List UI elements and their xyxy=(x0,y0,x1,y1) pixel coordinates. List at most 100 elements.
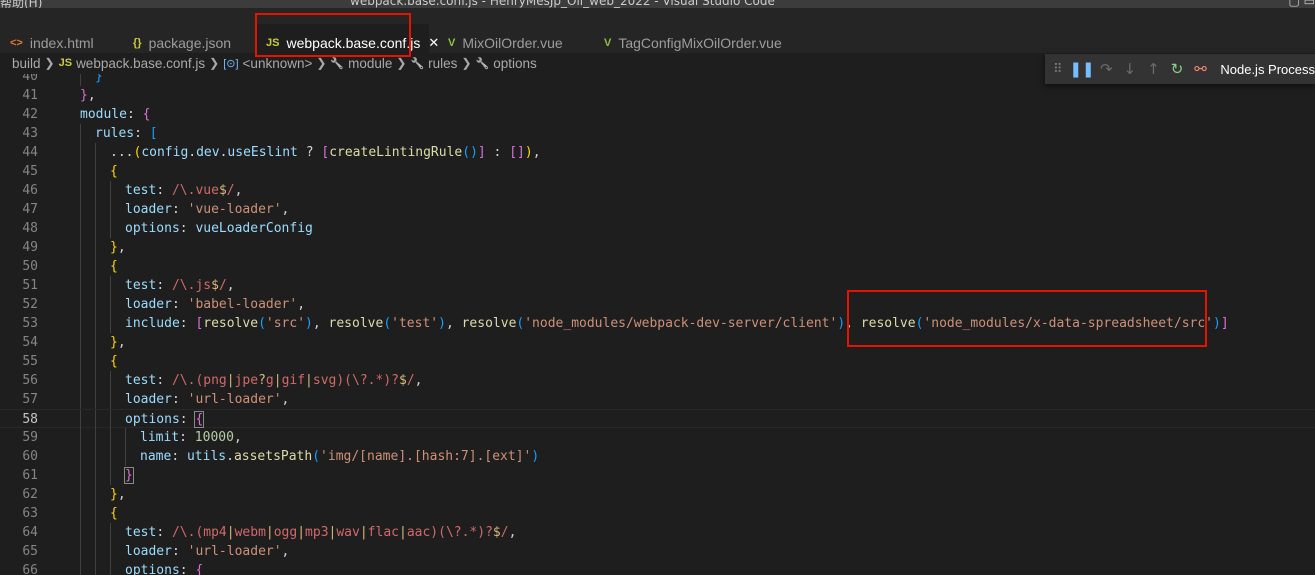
wrench-icon: 🔧 xyxy=(330,57,345,70)
code-token: $ xyxy=(398,373,407,388)
wrench-icon: 🔧 xyxy=(410,57,425,70)
code-line[interactable]: 60 name: utils.assetsPath('img/[name].[ha… xyxy=(0,447,1315,466)
indent-guide xyxy=(110,219,111,238)
pause-icon[interactable]: ❚❚ xyxy=(1069,60,1094,78)
debug-toolbar: ⠿ ❚❚ ↷ ↓ ↑ ↻ ⚯ Node.js Process xyxy=(1045,54,1315,84)
code-line[interactable]: 59 limit: 10000, xyxy=(0,428,1315,447)
chevron-right-icon: ❯ xyxy=(461,56,472,70)
code-token: [] xyxy=(509,145,525,160)
indent-guide xyxy=(110,371,111,390)
code-line[interactable]: 66 options: { xyxy=(0,561,1315,575)
step-over-icon[interactable]: ↷ xyxy=(1094,60,1118,78)
code-token: ) xyxy=(837,316,846,331)
indent-guide xyxy=(80,276,81,295)
code-line[interactable]: 61} xyxy=(0,466,1315,485)
code-line[interactable]: 47 loader: 'vue-loader', xyxy=(0,200,1315,219)
code-token: 'img/[name].[hash:7].[ext]' xyxy=(320,449,532,464)
indent-guide xyxy=(110,410,111,429)
code-token: : xyxy=(171,202,188,217)
indent-guide xyxy=(95,561,96,575)
code-token: , xyxy=(226,278,235,293)
breadcrumb-module[interactable]: 🔧 module xyxy=(330,56,392,71)
code-line[interactable]: 57 loader: 'url-loader', xyxy=(0,390,1315,409)
code-token: ... xyxy=(110,145,134,160)
code-line[interactable]: 43 rules: [ xyxy=(0,124,1315,143)
code-line[interactable]: 65 loader: 'url-loader', xyxy=(0,542,1315,561)
code-line[interactable]: 58 options: { xyxy=(0,409,1315,429)
code-line[interactable]: 53 include: [resolve('src'), resolve('tes… xyxy=(0,314,1315,333)
indent-guide xyxy=(95,295,96,314)
line-number: 59 xyxy=(22,430,38,445)
code-token: 'node_modules/x-data-spreadsheet/src' xyxy=(923,316,1214,331)
breadcrumb-unknown[interactable]: [⊙] <unknown> xyxy=(223,56,312,71)
code-text: test: /\.(mp4|webm|ogg|mp3|wav|flac|aac)… xyxy=(125,523,516,542)
line-number: 43 xyxy=(22,126,38,141)
code-token: } xyxy=(110,335,118,350)
line-number: 48 xyxy=(22,221,38,236)
drag-grip-icon[interactable]: ⠿ xyxy=(1053,62,1069,77)
code-line[interactable]: 56 test: /\.(png|jpe?g|gif|svg)(\?.*)?$/, xyxy=(0,371,1315,390)
indent-guide xyxy=(95,410,96,429)
breadcrumb-options[interactable]: 🔧 options xyxy=(476,56,537,71)
code-token: : xyxy=(134,126,150,141)
code-line[interactable]: 64 test: /\.(mp4|webm|ogg|mp3|wav|flac|aa… xyxy=(0,523,1315,542)
code-line[interactable]: 45 { xyxy=(0,162,1315,181)
code-line[interactable]: 63 { xyxy=(0,504,1315,523)
step-into-icon[interactable]: ↓ xyxy=(1118,60,1142,78)
breadcrumb-build[interactable]: build xyxy=(12,56,41,71)
code-token: , xyxy=(297,297,306,312)
code-token: : xyxy=(179,221,196,236)
code-line[interactable]: 46 test: /\.vue$/, xyxy=(0,181,1315,200)
step-out-icon[interactable]: ↑ xyxy=(1142,60,1166,78)
disconnect-icon[interactable]: ⚯ xyxy=(1189,60,1213,78)
code-token: loader xyxy=(125,544,172,559)
code-token: mp3 xyxy=(305,525,329,540)
debug-session-select[interactable]: Node.js Process xyxy=(1220,62,1315,77)
code-text: test: /\.js$/, xyxy=(125,276,235,295)
code-token: | xyxy=(305,373,313,388)
line-number: 41 xyxy=(22,88,38,103)
line-number: 60 xyxy=(22,449,38,464)
breadcrumb-file[interactable]: JS webpack.base.conf.js xyxy=(59,56,206,71)
indent-guide xyxy=(80,352,81,371)
indent-guide xyxy=(110,390,111,409)
code-line[interactable]: 54}, xyxy=(0,333,1315,352)
code-token: mp4 xyxy=(203,525,227,540)
code-token: aac xyxy=(406,525,431,540)
code-line[interactable]: 52 loader: 'babel-loader', xyxy=(0,295,1315,314)
restart-icon[interactable]: ↻ xyxy=(1165,60,1189,78)
code-editor[interactable]: 40} 41}, 42 module: {43 rules: [44 ...(config… xyxy=(0,74,1315,575)
code-token: : xyxy=(179,412,196,427)
code-token: test xyxy=(125,183,157,198)
code-token: 'test' xyxy=(391,316,439,331)
breadcrumb-label: webpack.base.conf.js xyxy=(76,55,206,71)
line-number: 45 xyxy=(22,164,38,179)
code-token: , xyxy=(117,487,126,502)
indent-guide xyxy=(95,200,96,219)
code-token: : xyxy=(156,278,172,293)
code-line[interactable]: 49}, xyxy=(0,238,1315,257)
code-line[interactable]: 51 test: /\.js$/, xyxy=(0,276,1315,295)
code-token: , xyxy=(281,202,290,217)
code-line[interactable]: 42 module: { xyxy=(0,105,1315,124)
code-line[interactable]: 48 options: vueLoaderConfig xyxy=(0,219,1315,238)
code-token: utils xyxy=(186,449,227,464)
code-line[interactable]: 44 ...(config.dev.useEslint ? [createLint… xyxy=(0,143,1315,162)
code-token: test xyxy=(125,525,157,540)
code-line[interactable]: 55 { xyxy=(0,352,1315,371)
code-token: } xyxy=(110,240,118,255)
code-line[interactable]: 62}, xyxy=(0,485,1315,504)
code-line[interactable]: 41}, xyxy=(0,86,1315,105)
code-line[interactable]: 50 { xyxy=(0,257,1315,276)
tab-label: MixOilOrder.vue xyxy=(462,34,563,51)
indent-guide xyxy=(80,333,81,352)
breadcrumb-rules[interactable]: 🔧 rules xyxy=(410,56,457,71)
indent-guide xyxy=(80,542,81,561)
code-token: webm xyxy=(234,525,266,540)
indent-guide xyxy=(80,504,81,523)
window-controls[interactable]: ▢ ▭ xyxy=(1289,0,1315,8)
indent-guide xyxy=(110,181,111,200)
line-number: 63 xyxy=(22,506,38,521)
code-token: include xyxy=(125,316,180,331)
menu-help[interactable]: 帮助(H) xyxy=(0,0,42,8)
